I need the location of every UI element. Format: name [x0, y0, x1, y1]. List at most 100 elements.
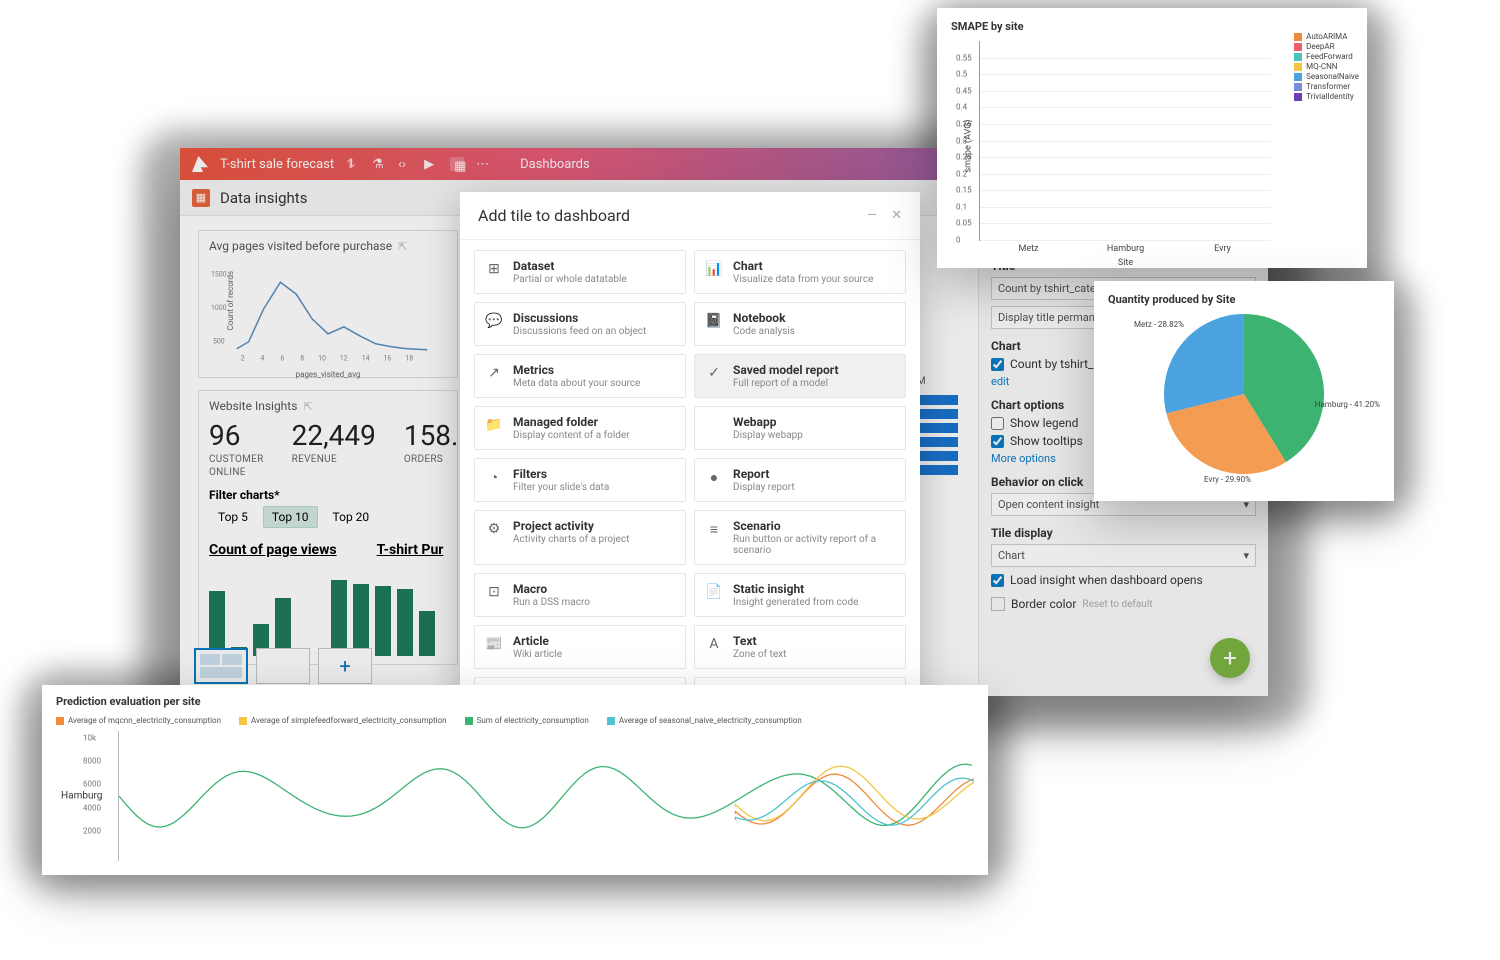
svg-text:14: 14 [362, 355, 370, 363]
svg-text:1500: 1500 [211, 270, 227, 278]
svg-text:1000: 1000 [211, 304, 227, 312]
tooltips-check[interactable] [991, 435, 1004, 448]
tile-title: Avg pages visited before purchase [209, 239, 392, 253]
option-icon: ⚙ [485, 520, 503, 538]
tile-option-project-activity[interactable]: ⚙Project activityActivity charts of a pr… [474, 510, 686, 565]
bar-xlabel: Site [1118, 258, 1133, 268]
svg-text:500: 500 [213, 338, 225, 346]
option-icon: ↗ [485, 364, 503, 382]
svg-text:18: 18 [405, 355, 413, 363]
option-icon: ⊡ [485, 583, 503, 601]
bars-tshirt [331, 566, 435, 656]
tile-option-webapp[interactable]: WebappDisplay webapp [694, 406, 906, 450]
bar-legend: AutoARIMADeepARFeedForwardMQ-CNNSeasonal… [1294, 32, 1359, 102]
tile-option-managed-folder[interactable]: 📁Managed folderDisplay content of a fold… [474, 406, 686, 450]
tile-option-macro[interactable]: ⊡MacroRun a DSS macro [474, 573, 686, 617]
option-icon: 📄 [705, 583, 723, 601]
svg-text:16: 16 [384, 355, 392, 363]
slide-thumb-1[interactable] [194, 648, 248, 684]
svg-text:12: 12 [340, 355, 348, 363]
tile-option-metrics[interactable]: ↗MetricsMeta data about your source [474, 354, 686, 398]
tile-option-discussions[interactable]: 💬DiscussionsDiscussions feed on an objec… [474, 302, 686, 346]
option-icon: 📁 [485, 416, 503, 434]
line-card: Prediction evaluation per site Average o… [42, 685, 988, 875]
border-color-swatch[interactable] [991, 597, 1005, 611]
tile-avg-pages[interactable]: Avg pages visited before purchase⇱ 1500 … [198, 230, 458, 378]
chart-chosen-check[interactable] [991, 358, 1004, 371]
chip-top20[interactable]: Top 20 [324, 506, 379, 528]
svg-text:8: 8 [300, 355, 304, 363]
border-reset[interactable]: Reset to default [1082, 599, 1152, 610]
chip-top5[interactable]: Top 5 [209, 506, 257, 528]
chip-top10[interactable]: Top 10 [263, 506, 318, 528]
display-label: Tile display [991, 526, 1256, 540]
x-axis-label: pages_visited_avg [296, 370, 361, 379]
tile-website-insights[interactable]: Website Insights ⇱ 96CUSTOMERONLINE 22,44… [198, 390, 458, 665]
bar-plot: smape (AVG) Site 00.050.10.150.20.250.30… [979, 41, 1271, 241]
pie-card: Quantity produced by Site Hamburg - 41.2… [1094, 281, 1394, 501]
tile-option-text[interactable]: ATextZone of text [694, 625, 906, 669]
section-pageviews[interactable]: Count of page views [209, 542, 337, 558]
tile-option-chart[interactable]: 📊ChartVisualize data from your source [694, 250, 906, 294]
pie-label-hamburg: Hamburg - 41.20% [1315, 400, 1380, 409]
tile-option-saved-model-report[interactable]: ✓Saved model reportFull report of a mode… [694, 354, 906, 398]
slide-thumb-2[interactable] [256, 648, 310, 684]
bar-title: SMAPE by site [951, 20, 1353, 33]
y-axis-label: Count of records [226, 271, 235, 330]
metrics-row: 96CUSTOMERONLINE 22,449REVENUE 158.6ORDE… [209, 419, 447, 478]
svg-text:4: 4 [261, 355, 265, 363]
svg-text:2: 2 [241, 355, 245, 363]
fab-add[interactable]: + [1210, 638, 1250, 678]
section-tshirt[interactable]: T-shirt Pur [377, 542, 444, 558]
tile-title: Website Insights [209, 399, 297, 413]
page-title: Data insights [220, 189, 307, 207]
option-icon: A [705, 635, 723, 653]
option-icon: 📰 [485, 635, 503, 653]
option-icon: 📊 [705, 260, 723, 278]
load-insight-check[interactable] [991, 574, 1004, 587]
option-icon [705, 416, 723, 434]
bars-pageviews [209, 566, 291, 656]
option-icon: ● [705, 468, 723, 486]
expand-icon[interactable]: ⇱ [303, 400, 312, 413]
filter-label: Filter charts* [209, 488, 280, 502]
option-icon: 💬 [485, 312, 503, 330]
modal-title: Add tile to dashboard [478, 206, 630, 225]
code-icon[interactable]: ‹› [398, 157, 412, 171]
close-icon[interactable]: ✕ [891, 208, 902, 223]
metric-revenue: 22,449REVENUE [292, 419, 376, 478]
more-icon[interactable]: ⋯ [476, 157, 490, 171]
flow-icon[interactable]: ⥮ [346, 157, 360, 171]
project-name: T-shirt sale forecast [220, 157, 334, 172]
avg-pages-chart: 1500 1000 500 24681012141618 Count of re… [209, 259, 447, 369]
line-title: Prediction evaluation per site [56, 695, 974, 708]
logo-icon [192, 156, 208, 172]
expand-icon[interactable]: ⇱ [398, 240, 407, 253]
tile-option-static-insight[interactable]: 📄Static insightInsight generated from co… [694, 573, 906, 617]
pie-label-evry: Evry - 29.90% [1204, 475, 1251, 484]
dash-icon[interactable]: ▦ [450, 157, 464, 171]
pie-title: Quantity produced by Site [1108, 293, 1380, 306]
minimize-icon[interactable]: — [867, 208, 877, 223]
line-legend: Average of mqcnn_electricity_consumption… [56, 716, 974, 725]
tile-option-scenario[interactable]: ≡ScenarioRun button or activity report o… [694, 510, 906, 565]
option-icon: ⊞ [485, 260, 503, 278]
site-label: Hamburg [61, 791, 102, 802]
display-select[interactable]: Chart▾ [991, 544, 1256, 567]
line-plot: Hamburg 200040006000800010k [118, 731, 974, 861]
play-icon[interactable]: ▶ [424, 157, 438, 171]
chevron-down-icon: ▾ [1243, 549, 1249, 562]
legend-check[interactable] [991, 417, 1004, 430]
option-icon: ◔ [485, 468, 503, 486]
tile-option-report[interactable]: ●ReportDisplay report [694, 458, 906, 502]
slide-add[interactable]: + [318, 648, 372, 684]
slide-thumbnails: + [194, 648, 372, 684]
option-icon: 📓 [705, 312, 723, 330]
option-icon: ✓ [705, 364, 723, 382]
lab-icon[interactable]: ⚗ [372, 157, 386, 171]
tile-option-dataset[interactable]: ⊞DatasetPartial or whole datatable [474, 250, 686, 294]
tile-option-article[interactable]: 📰ArticleWiki article [474, 625, 686, 669]
option-icon: ≡ [705, 520, 723, 538]
tile-option-notebook[interactable]: 📓NotebookCode analysis [694, 302, 906, 346]
tile-option-filters[interactable]: ◔FiltersFilter your slide's data [474, 458, 686, 502]
